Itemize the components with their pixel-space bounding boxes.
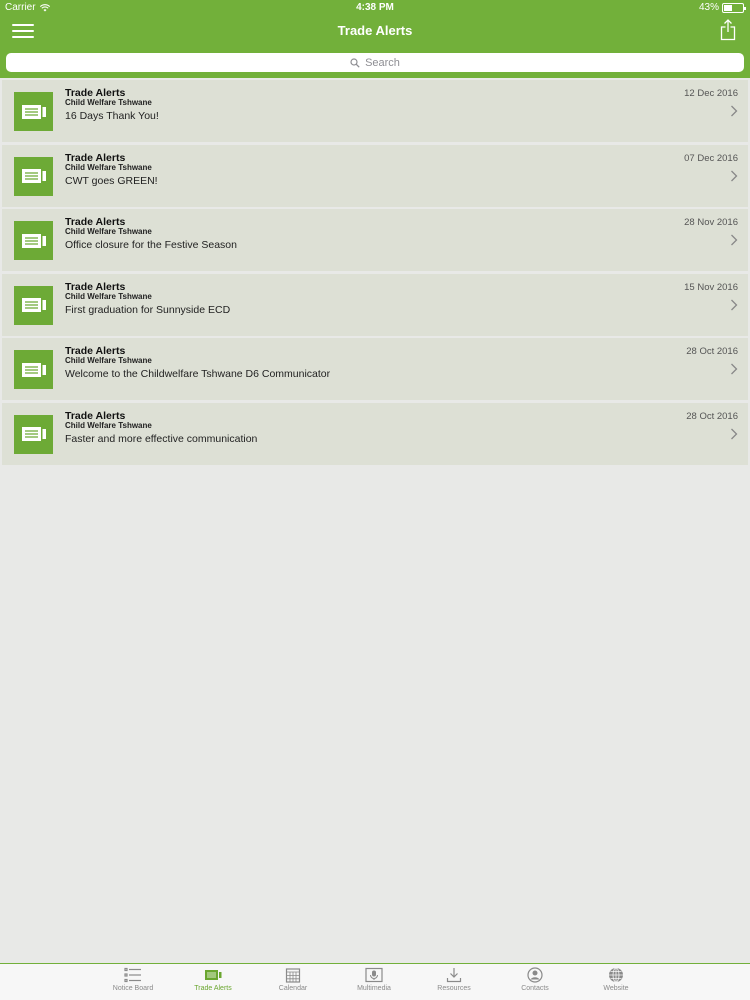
alert-organization: Child Welfare Tshwane xyxy=(65,356,152,365)
alerts-list: Trade Alerts Child Welfare Tshwane 16 Da… xyxy=(0,80,750,467)
alert-subject: First graduation for Sunnyside ECD xyxy=(65,303,231,316)
search-input[interactable]: Search xyxy=(6,53,744,72)
ticket-icon xyxy=(205,970,222,980)
chevron-right-icon xyxy=(731,234,738,246)
tab-bar: Notice Board Trade Alerts Calendar Multi… xyxy=(0,963,750,1000)
ticket-icon xyxy=(21,169,46,183)
tab-website[interactable]: Website xyxy=(581,967,651,992)
alert-organization: Child Welfare Tshwane xyxy=(65,98,152,107)
share-icon xyxy=(720,19,736,41)
chevron-right-icon xyxy=(731,363,738,375)
ticket-icon xyxy=(21,104,46,119)
alert-thumbnail xyxy=(14,221,53,260)
tab-label: Website xyxy=(603,985,629,992)
alert-subject: 16 Days Thank You! xyxy=(65,110,159,122)
tab-label: Contacts xyxy=(521,985,549,992)
alert-thumbnail xyxy=(14,414,53,454)
alert-subject: Faster and more effective communication xyxy=(65,432,258,445)
alert-date: 28 Nov 2016 xyxy=(684,217,738,228)
list-icon xyxy=(124,967,141,983)
chevron-right-icon xyxy=(731,170,738,181)
tab-contacts[interactable]: Contacts xyxy=(500,967,570,992)
alert-date: 28 Oct 2016 xyxy=(686,410,738,422)
search-bar: Search xyxy=(0,46,750,78)
alert-subject: Office closure for the Festive Season xyxy=(65,239,237,251)
chevron-right-icon xyxy=(731,428,738,439)
download-icon xyxy=(446,968,462,983)
alert-thumbnail xyxy=(14,156,53,196)
tab-label: Notice Board xyxy=(112,985,154,992)
ticket-icon xyxy=(21,427,46,441)
alert-organization: Child Welfare Tshwane xyxy=(65,227,152,236)
calendar-icon xyxy=(285,968,301,983)
tab-notice-board[interactable]: Notice Board xyxy=(98,967,168,992)
alert-row[interactable]: Trade Alerts Child Welfare Tshwane Welco… xyxy=(2,338,748,400)
clock: 4:38 PM xyxy=(356,2,394,13)
alert-date: 12 Dec 2016 xyxy=(684,88,738,99)
status-bar: Carrier 4:38 PM 43% xyxy=(0,0,750,16)
share-button[interactable] xyxy=(720,19,736,41)
microphone-icon xyxy=(365,967,383,983)
alert-organization: Child Welfare Tshwane xyxy=(65,420,152,430)
tab-trade-alerts[interactable]: Trade Alerts xyxy=(178,967,248,992)
battery-indicator: 43% xyxy=(698,2,746,13)
alert-row[interactable]: Trade Alerts Child Welfare Tshwane First… xyxy=(2,273,748,336)
alert-row[interactable]: Trade Alerts Child Welfare Tshwane CWT g… xyxy=(2,144,748,207)
battery-percent: 43% xyxy=(698,2,719,13)
tab-label: Trade Alerts xyxy=(194,985,232,992)
ticket-icon xyxy=(21,298,46,312)
search-placeholder: Search xyxy=(365,56,400,69)
ticket-icon xyxy=(21,362,46,377)
alert-thumbnail xyxy=(14,285,53,325)
chevron-right-icon xyxy=(731,299,738,310)
alert-date: 15 Nov 2016 xyxy=(684,281,738,293)
navigation-bar: Trade Alerts xyxy=(0,16,750,46)
alert-row[interactable]: Trade Alerts Child Welfare Tshwane Offic… xyxy=(2,209,748,271)
globe-icon xyxy=(609,967,623,983)
alert-date: 28 Oct 2016 xyxy=(686,346,738,357)
alert-row[interactable]: Trade Alerts Child Welfare Tshwane Faste… xyxy=(2,402,748,465)
tab-calendar[interactable]: Calendar xyxy=(258,967,328,992)
tab-label: Multimedia xyxy=(357,985,391,992)
chevron-right-icon xyxy=(731,105,738,117)
alert-thumbnail xyxy=(14,350,53,389)
tab-resources[interactable]: Resources xyxy=(419,967,489,992)
tab-multimedia[interactable]: Multimedia xyxy=(339,967,409,992)
ticket-icon xyxy=(21,233,46,248)
alert-organization: Child Welfare Tshwane xyxy=(65,291,152,301)
alert-thumbnail xyxy=(14,92,53,131)
alert-row[interactable]: Trade Alerts Child Welfare Tshwane 16 Da… xyxy=(2,80,748,142)
alert-subject: Welcome to the Childwelfare Tshwane D6 C… xyxy=(65,368,331,380)
battery-icon xyxy=(722,2,746,13)
contact-icon xyxy=(527,967,543,983)
search-icon xyxy=(350,57,360,68)
page-title: Trade Alerts xyxy=(337,23,413,38)
alert-date: 07 Dec 2016 xyxy=(684,152,738,164)
tab-label: Resources xyxy=(437,985,471,992)
alert-organization: Child Welfare Tshwane xyxy=(65,162,152,172)
alert-subject: CWT goes GREEN! xyxy=(65,174,158,187)
tab-label: Calendar xyxy=(278,985,308,992)
